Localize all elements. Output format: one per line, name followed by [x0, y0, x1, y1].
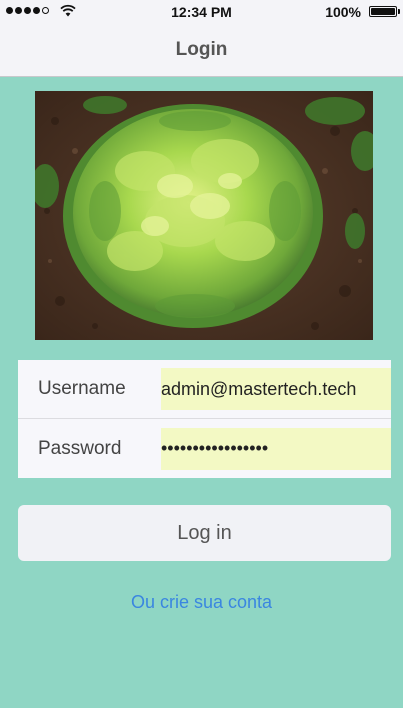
username-value: admin@mastertech.tech — [161, 378, 357, 399]
lettuce-image — [35, 91, 373, 340]
password-label: Password — [38, 437, 122, 459]
battery-icon — [369, 6, 400, 17]
page-title: Login — [175, 39, 228, 60]
battery-percentage: 100% — [325, 4, 361, 20]
username-label: Username — [38, 378, 126, 399]
status-bar: 12:34 PM 100% — [0, 0, 403, 22]
username-row: Username admin@mastertech.tech — [18, 360, 391, 418]
login-button[interactable]: Log in — [18, 505, 391, 561]
password-row: Password ••••••••••••••••• — [18, 418, 391, 478]
password-field[interactable]: ••••••••••••••••• — [161, 427, 391, 470]
create-account-link[interactable]: Ou crie sua conta — [0, 592, 403, 613]
password-value: ••••••••••••••••• — [161, 438, 269, 458]
navigation-bar: Login — [0, 22, 403, 77]
username-field[interactable]: admin@mastertech.tech — [161, 368, 391, 410]
login-form: Username admin@mastertech.tech Password … — [18, 360, 391, 478]
